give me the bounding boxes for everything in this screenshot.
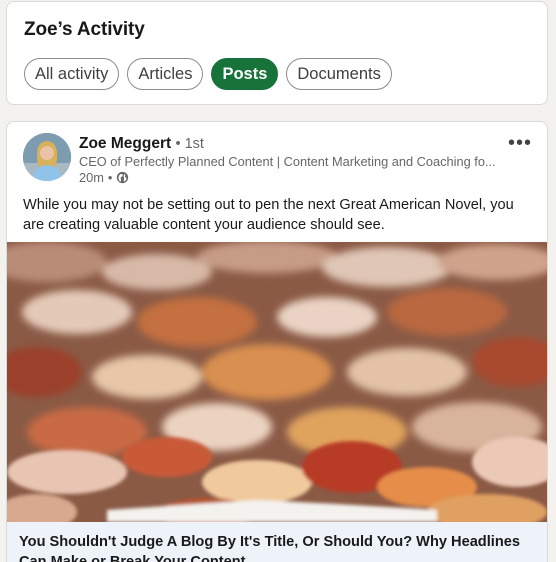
activity-card: Zoe’s Activity All activity Articles Pos… [6,1,548,105]
filter-bar: All activity Articles Posts Documents [24,58,392,90]
post-time: 20m [79,170,104,185]
filter-documents[interactable]: Documents [286,58,392,90]
author-name[interactable]: Zoe Meggert [79,135,171,152]
author-name-line[interactable]: Zoe Meggert • 1st [79,135,204,153]
connection-degree: • 1st [175,136,204,152]
degree-value: 1st [184,136,204,152]
article-link-title[interactable]: You Shouldn't Judge A Blog By It's Title… [7,522,547,562]
globe-icon [117,171,129,184]
author-headline: CEO of Perfectly Planned Content | Conte… [79,154,496,169]
activity-title: Zoe’s Activity [24,19,145,40]
post-meta: 20m • [79,170,129,185]
avatar[interactable] [23,133,71,181]
filter-articles[interactable]: Articles [127,58,204,90]
post-image[interactable] [7,242,548,522]
filter-posts[interactable]: Posts [211,58,279,90]
meta-separator: • [107,170,113,185]
post-text: While you may not be setting out to pen … [23,197,514,233]
more-options-icon[interactable]: ••• [508,132,532,155]
post-card: Zoe Meggert • 1st CEO of Perfectly Plann… [6,121,548,562]
avatar-image [23,133,71,181]
filter-all-activity[interactable]: All activity [24,58,120,90]
